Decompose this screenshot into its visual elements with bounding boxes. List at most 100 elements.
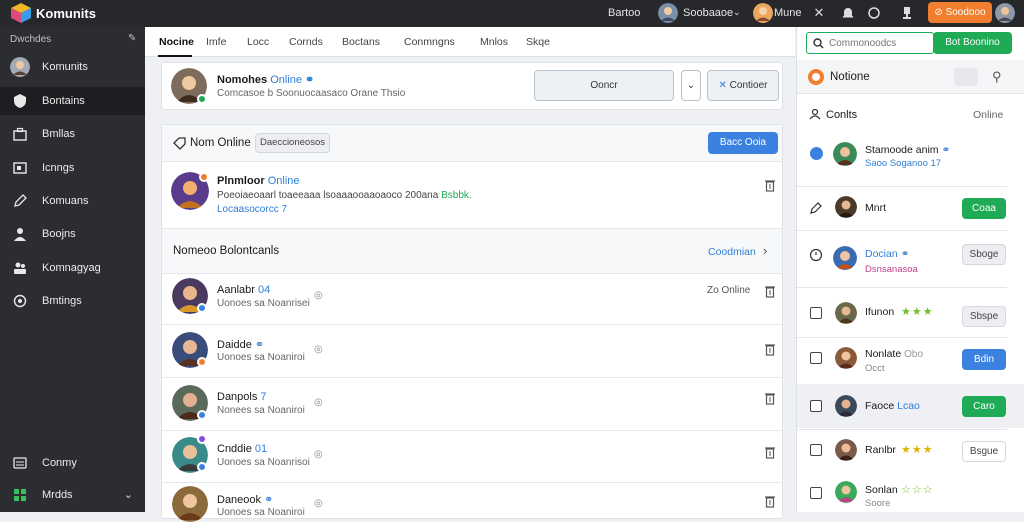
- info-icon[interactable]: ◎: [314, 449, 323, 460]
- contact-avatar: [835, 481, 857, 503]
- sidebar-profile[interactable]: Komunits: [0, 53, 145, 81]
- account-avatar[interactable]: [995, 3, 1015, 23]
- post-link[interactable]: Locaasocorcc: [217, 204, 279, 215]
- checkbox[interactable]: [810, 400, 822, 412]
- sidebar-item-bontains[interactable]: Bontains: [0, 87, 145, 115]
- trophy-icon[interactable]: [899, 5, 915, 21]
- chevron-down-icon[interactable]: ⌄: [124, 488, 133, 501]
- trash-icon[interactable]: [765, 179, 775, 192]
- contact-action-button[interactable]: Sboge: [962, 244, 1006, 265]
- tab-boctans[interactable]: Boctans: [342, 36, 380, 48]
- checkbox[interactable]: [810, 352, 822, 364]
- contact-item[interactable]: Ifunon ★★★ Sbspe: [797, 290, 1024, 336]
- cross-icon: ✕: [718, 80, 730, 91]
- bell-icon[interactable]: [840, 5, 856, 21]
- search-input[interactable]: [806, 32, 934, 54]
- sidebar-item-komnagyag[interactable]: Komnagyag: [0, 254, 145, 282]
- tab-mnlos[interactable]: Mnlos: [480, 36, 508, 48]
- trash-icon[interactable]: [765, 285, 775, 298]
- continue-button[interactable]: ✕ Contioer: [707, 70, 779, 101]
- contact-action-button[interactable]: Bsgue: [962, 441, 1006, 462]
- post-tag[interactable]: Bsbbk: [441, 190, 469, 201]
- post-line-1-text: Poeoiaeoaarl toaeeaaa lsoaaaooaaoaoco 20…: [217, 190, 439, 201]
- gear-icon: [13, 294, 27, 308]
- list-item[interactable]: Daidde ⚭ Uonoes sa Noaniroi ◎: [162, 329, 782, 381]
- topbar-menu-item[interactable]: Bartoo: [608, 7, 640, 19]
- tab-nocine[interactable]: Nocine: [159, 36, 194, 48]
- contact-item[interactable]: Docian ⚭ Dsnsanasoa Sboge: [797, 232, 1024, 284]
- chevron-down-icon[interactable]: ⌄: [733, 7, 741, 18]
- pencil-icon[interactable]: [809, 201, 823, 215]
- status-badge-icon: [197, 357, 207, 367]
- contact-item[interactable]: Mnrt Coaa: [797, 188, 1024, 228]
- toggle-button[interactable]: [954, 68, 978, 86]
- info-icon[interactable]: ◎: [314, 397, 323, 408]
- post-line-2[interactable]: Locaasocorcc 7: [217, 204, 287, 215]
- clock-icon[interactable]: [809, 248, 823, 262]
- user-name[interactable]: Soobaaoe: [683, 7, 733, 19]
- sidebar-item-bmllas[interactable]: Bmllas: [0, 120, 145, 148]
- radio-selected-icon[interactable]: [810, 147, 823, 160]
- contact-item[interactable]: Nonlate Obo Occt Bdin: [797, 339, 1024, 381]
- tab-locc[interactable]: Locc: [247, 36, 269, 48]
- sidebar-item-conmy[interactable]: Conmy: [0, 449, 145, 477]
- list-link[interactable]: Coodmian: [708, 246, 756, 258]
- verified-icon: ⚭: [254, 339, 265, 351]
- list-item[interactable]: Cnddie 01 Uonoes sa Noanrisoi ◎: [162, 434, 782, 486]
- contact-action-button[interactable]: Sbspe: [962, 306, 1006, 327]
- sidebar-item-label: Conmy: [42, 457, 77, 469]
- list-item[interactable]: Daneook ⚭ Uonoes sa Noaniroi ◎: [162, 486, 782, 522]
- edit-icon[interactable]: ✎: [128, 33, 136, 44]
- chevron-down-icon[interactable]: ⌄: [681, 70, 701, 101]
- checkbox[interactable]: [810, 444, 822, 456]
- trash-icon[interactable]: [765, 343, 775, 356]
- user-avatar[interactable]: [658, 3, 678, 23]
- tab-conmngns[interactable]: Conmngns: [404, 36, 455, 48]
- tab-imfe[interactable]: Imfe: [206, 36, 226, 48]
- list-item-sub: Uonoes sa Noanrisoi: [217, 457, 310, 468]
- sidebar-item-icnngs[interactable]: Icnngs: [0, 154, 145, 182]
- list-item[interactable]: Aanlabr 04 Uonoes sa Noanrisei ◎ Zo Onli…: [162, 275, 782, 327]
- search-field[interactable]: [829, 35, 929, 51]
- image-icon: [13, 162, 27, 174]
- sidebar-item-komuans[interactable]: Komuans: [0, 187, 145, 215]
- filter-dropdown[interactable]: Daeccioneosos: [255, 133, 330, 153]
- info-icon[interactable]: ◎: [314, 498, 323, 509]
- contact-item[interactable]: Ranlbr ★★★ Bsgue: [797, 431, 1024, 471]
- trash-icon[interactable]: [765, 446, 775, 459]
- contact-avatar: [833, 246, 857, 270]
- second-user-avatar[interactable]: [753, 3, 773, 23]
- search-button[interactable]: Ooncr: [534, 70, 674, 101]
- contact-action-button[interactable]: Bdin: [962, 349, 1006, 370]
- contact-action-button[interactable]: Coaa: [962, 198, 1006, 219]
- topbar-action-button[interactable]: ⊘ Soodooo: [928, 2, 992, 23]
- list-item[interactable]: Danpols 7 Nonees sa Noaniroi ◎: [162, 382, 782, 434]
- notification-logo-icon: [808, 69, 824, 85]
- contact-item[interactable]: Sonlan ☆☆☆ Soore: [797, 474, 1024, 512]
- clock-icon[interactable]: [866, 5, 882, 21]
- second-user-name[interactable]: Mune: [774, 7, 802, 19]
- info-icon[interactable]: ◎: [314, 290, 323, 301]
- post-author-name: Plnmloor: [217, 175, 265, 187]
- sidebar-item-boojns[interactable]: Boojns: [0, 220, 145, 248]
- contact-item-highlighted[interactable]: Faoce Lcao Caro: [797, 384, 1024, 428]
- info-icon[interactable]: ◎: [314, 344, 323, 355]
- sidebar-item-mrdds[interactable]: Mrdds ⌄: [0, 481, 145, 509]
- pin-icon[interactable]: ⚲: [992, 69, 1002, 85]
- sidebar-item-label: Mrdds: [42, 489, 73, 501]
- close-icon[interactable]: ✕: [811, 5, 827, 21]
- add-button[interactable]: Bacc Ooia: [708, 132, 778, 154]
- contact-action-button[interactable]: Caro: [962, 396, 1006, 417]
- trash-icon[interactable]: [765, 495, 775, 508]
- sidebar-item-bmtings[interactable]: Bmtings: [0, 287, 145, 315]
- search-submit-button[interactable]: Bot Boonino: [933, 32, 1012, 54]
- tab-skqe[interactable]: Skqe: [526, 36, 550, 48]
- checkbox[interactable]: [810, 307, 822, 319]
- trash-icon[interactable]: [765, 392, 775, 405]
- contact-item[interactable]: Stamoode anim ⚭ Saoo Soganoo 17: [797, 132, 1024, 184]
- chevron-right-icon[interactable]: ›: [763, 243, 767, 258]
- sidebar-header: Dwchdes: [10, 34, 52, 45]
- tab-cornds[interactable]: Cornds: [289, 36, 323, 48]
- checkbox[interactable]: [810, 487, 822, 499]
- briefcase-icon: [13, 127, 27, 141]
